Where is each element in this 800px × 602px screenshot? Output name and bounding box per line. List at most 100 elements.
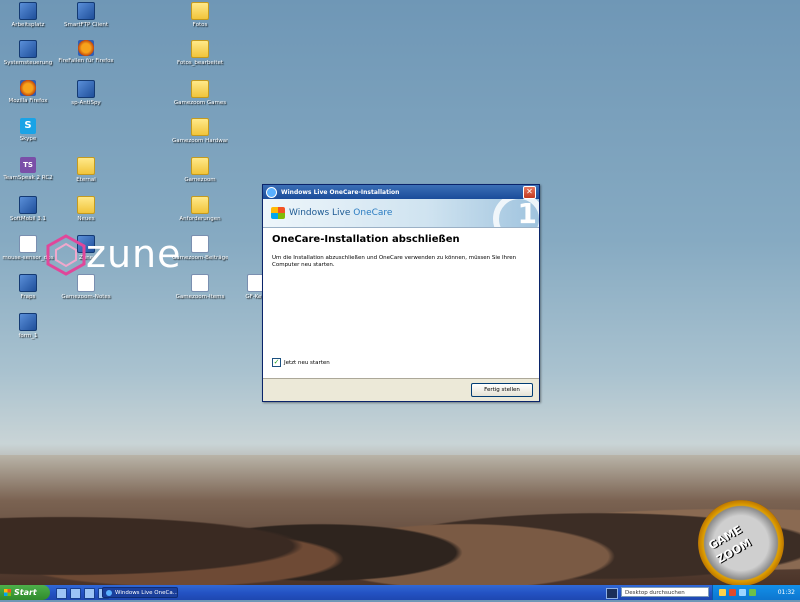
start-button[interactable]: Start [0,585,50,600]
firefox-icon [78,40,94,56]
close-button[interactable]: ✕ [523,185,536,199]
dialog-banner: Windows Live OneCare 1 [263,199,539,228]
folder-icon [191,40,209,58]
banner-brand: Windows Live [289,208,351,218]
desktop-icon[interactable]: S Skype [0,118,56,143]
desktop-icon-label: SoftMobil 3.1 [9,216,46,222]
desktop-icon[interactable]: Anforderungen [172,196,228,223]
desktop-icon[interactable]: sp-AntiSpy [58,80,114,107]
desktop-icon-label: Eternal [76,177,96,183]
zune-mark-icon [46,234,86,276]
desktop-icon[interactable]: form_1 [0,313,56,340]
finish-button[interactable]: Fertig stellen [471,383,533,397]
desktop-icon-label: Anforderungen [179,216,221,222]
mouse-icon [19,235,37,253]
zune-logo: zune [44,232,182,276]
dialog-title: Windows Live OneCare-Installation [281,188,400,196]
windows-flag-icon [271,207,285,219]
restart-label[interactable]: Jetzt neu starten [284,360,330,366]
desktop-icon[interactable]: Neues [58,196,114,223]
dialog-message: Um die Installation abzuschließen und On… [272,255,517,268]
computer-icon [19,2,37,20]
dialog-footer: Fertig stellen [263,378,539,401]
explorer-icon[interactable] [84,588,95,599]
word-document-icon [191,235,209,253]
desktop-search-icon[interactable] [606,588,618,599]
teamspeak-icon: TS [20,157,36,173]
paint-icon [19,313,37,331]
desktop-icon[interactable]: Gamezoom Games [172,80,228,107]
folder-icon [191,80,209,98]
tray-icon-2[interactable] [729,589,736,596]
banner-title: Windows Live OneCare [289,208,392,218]
desktop-icon-label: FireFallen für Firefox [58,58,114,64]
app-icon [19,196,37,214]
dialog-titlebar[interactable]: Windows Live OneCare-Installation ✕ [263,185,539,199]
desktop-icon[interactable]: TS TeamSpeak 2 RC2 [0,157,56,182]
document-icon [77,274,95,292]
desktop-icon[interactable]: Gamezoom [172,157,228,184]
desktop-icon[interactable]: SoftMobil 3.1 [0,196,56,223]
control-panel-icon [19,40,37,58]
antispy-icon [77,80,95,98]
folder-icon [77,196,95,214]
desktop-icon-label: SmartFTP Client [63,22,109,28]
dialog-content: OneCare-Installation abschließen Um die … [263,228,539,378]
folder-icon [191,157,209,175]
fraps-icon [19,274,37,292]
desktop-icon[interactable]: Fotos [172,2,228,29]
desktop-icon-label: Arbeitsplatz [11,22,45,28]
dialog-heading: OneCare-Installation abschließen [272,234,460,245]
desktop-icon-label: Gamezoom Hardware [172,138,228,144]
firefox-icon [20,80,36,96]
skype-icon: S [20,118,36,134]
desktop-icon[interactable]: Eternal [58,157,114,184]
folder-icon [77,157,95,175]
desktop-icon[interactable]: Gamezoom Hardware [172,118,228,145]
desktop-icon-label: Skype [19,136,37,142]
taskbar-button-onecare[interactable]: Windows Live OneCa... [102,587,178,598]
taskbar: Start Windows Live OneCa... Desktop durc… [0,585,800,600]
desktop-icon-label: Systemsteuerung [3,60,53,66]
desktop-icon-label: Fotos [192,22,208,28]
desktop-icon-label: Gamezoom Games [173,100,227,106]
banner-product: OneCare [353,208,393,218]
desktop-icon-label: sp-AntiSpy [71,100,101,106]
clock: 01:32 [777,589,795,596]
word-document-icon [191,274,209,292]
tray-icon-4[interactable] [749,589,756,596]
desktop-icon[interactable]: FireFallen für Firefox [58,40,114,65]
system-tray: 01:32 [712,585,800,600]
tray-icon-1[interactable] [719,589,726,596]
desktop-icon[interactable]: SmartFTP Client [58,2,114,29]
desktop-icon-label: Mozilla Firefox [8,98,48,104]
desktop-icon-label: Neues [77,216,95,222]
restart-checkbox-row[interactable]: ✓ Jetzt neu starten [272,358,330,367]
desktop-icon[interactable]: Gamezoom-Items [172,274,228,301]
folder-icon [191,196,209,214]
ie-icon[interactable] [70,588,81,599]
desktop-search-input[interactable]: Desktop durchsuchen [621,587,709,597]
desktop-icon-label: Gamezoom [184,177,216,183]
wallpaper-crowd [0,455,800,585]
smartftp-icon [77,2,95,20]
desktop-icon[interactable]: Fotos_bearbeitet [172,40,228,67]
zune-wordmark: zune [86,232,182,276]
desktop-icon[interactable]: Systemsteuerung [0,40,56,67]
banner-badge: 1 [517,199,537,228]
desktop-icon-label: Fotos_bearbeitet [176,60,224,66]
desktop-icon-label: Gamezoom-Notes [61,294,111,300]
desktop-icon[interactable]: Gamezoom-Notes [58,274,114,301]
folder-icon [191,118,209,136]
desktop-icon-label: TeamSpeak 2 RC2 [3,175,53,181]
show-desktop-icon[interactable] [56,588,67,599]
folder-icon [191,2,209,20]
tray-icon-3[interactable] [739,589,746,596]
desktop-icon[interactable]: Arbeitsplatz [0,2,56,29]
desktop-icon-label: form_1 [18,333,38,339]
desktop-icon[interactable]: Fraps [0,274,56,301]
restart-checkbox[interactable]: ✓ [272,358,281,367]
desktop-icon[interactable]: Mozilla Firefox [0,80,56,105]
desktop-icon-label: Gamezoom-Items [175,294,225,300]
onecare-icon [266,186,277,198]
